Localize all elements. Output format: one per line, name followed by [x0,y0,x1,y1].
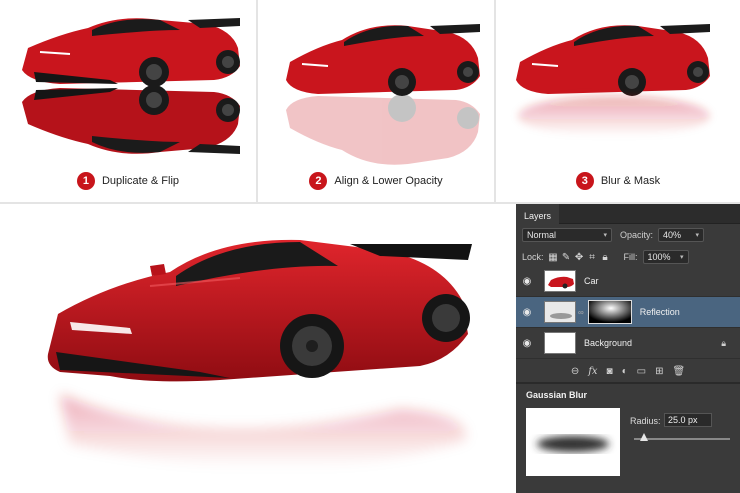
chevron-down-icon: ▾ [695,232,700,239]
car-thumbnail-image [548,276,574,289]
link-icon[interactable]: ⊖ [571,366,579,377]
visibility-eye-icon[interactable]: ◉ [516,338,538,349]
lock-row: Lock: ▦ ✎ ✥ ⌗ 🔒︎ Fill: 100% ▾ [516,250,740,264]
lock-label: Lock: [522,252,544,262]
step-2-number: 2 [309,172,328,190]
mask-gradient-image [588,301,631,323]
trash-icon[interactable]: 🗑︎ [672,366,685,377]
step-2-label: Align & Lower Opacity [334,175,443,187]
step-1-panel: 1 Duplicate & Flip [0,0,256,202]
step-2-caption: 2 Align & Lower Opacity [258,172,494,190]
step-1-caption: 1 Duplicate & Flip [0,172,256,190]
blur-preview [526,408,620,476]
car-image [516,24,710,96]
step-3-panel: 3 Blur & Mask [496,0,740,202]
lock-artboard-icon[interactable]: ⌗ [586,252,599,263]
radius-input[interactable]: 25.0 px [664,413,712,427]
radius-slider-knob[interactable] [639,433,648,441]
adjustment-icon[interactable]: ◐ [622,366,628,377]
result-canvas [0,204,515,493]
blend-mode-select[interactable]: Normal ▾ [522,228,612,242]
layer-name: Background [584,338,633,348]
radius-label: Radius: [630,416,661,426]
step-1-number: 1 [76,172,95,190]
fill-value: 100% [647,252,671,262]
chevron-down-icon: ▾ [680,254,684,261]
link-icon[interactable]: ∞ [578,308,584,317]
blend-row: Normal ▾ Opacity: 40% ▾ [516,228,740,242]
layer-thumbnail [544,270,576,292]
layer-row-background[interactable]: ◉ Background 🔒︎ [516,328,740,359]
align-opacity-illustration [286,24,480,165]
lock-all-icon[interactable]: 🔒︎ [599,252,612,263]
gaussian-blur-section: Gaussian Blur Radius: 25.0 px [516,382,740,493]
blur-preview-image [537,436,609,452]
blur-mask-illustration [516,24,710,136]
flipped-car-image [22,85,240,154]
reflection-thumbnail-image [550,313,572,319]
tab-layers[interactable]: Layers [516,204,560,224]
reflection-image [286,94,480,165]
blurred-reflection [518,96,710,136]
chevron-down-icon: ▾ [603,232,607,239]
duplicate-flip-illustration [22,18,240,154]
car-image [22,18,240,87]
lock-transparency-icon[interactable]: ▦ [547,252,560,263]
layer-row-car[interactable]: ◉ Car [516,266,740,297]
layer-thumbnail [544,332,576,354]
opacity-label: Opacity: [620,230,654,240]
mask-icon[interactable]: ◙ [607,366,613,377]
visibility-eye-icon[interactable]: ◉ [516,307,538,318]
layer-thumbnail [544,301,576,323]
layers-toolbar: ⊖ fx ◙ ◐ ▭ ⊞ 🗑︎ [516,362,740,380]
layers-panel: Layers Normal ▾ Opacity: 40% ▾ Lock: ▦ ✎… [516,204,740,493]
layer-mask-thumbnail[interactable] [587,300,632,324]
step-2-panel: 2 Align & Lower Opacity [258,0,494,202]
lock-paint-icon[interactable]: ✎ [560,252,573,263]
fx-icon[interactable]: fx [588,366,597,377]
final-car-image [47,239,472,469]
blend-mode-value: Normal [527,230,557,240]
fill-label: Fill: [623,252,638,262]
fill-input[interactable]: 100% ▾ [642,250,689,264]
opacity-value: 40% [663,230,682,240]
panel-tabbar: Layers [516,204,740,224]
step-3-label: Blur & Mask [600,175,661,187]
new-layer-icon[interactable]: ⊞ [655,366,663,377]
step-1-label: Duplicate & Flip [101,175,180,187]
step-3-number: 3 [575,172,594,190]
opacity-input[interactable]: 40% ▾ [658,228,705,242]
layer-name: Car [584,276,599,286]
visibility-eye-icon[interactable]: ◉ [516,276,538,287]
filter-title: Gaussian Blur [526,390,588,400]
radius-slider-track[interactable] [634,438,730,440]
step-3-caption: 3 Blur & Mask [496,172,740,190]
lock-icon: 🔒︎ [721,337,726,348]
layer-name: Reflection [639,307,680,317]
lock-position-icon[interactable]: ✥ [573,252,586,263]
layer-row-reflection[interactable]: ◉ ∞ Reflection [516,297,740,328]
folder-icon[interactable]: ▭ [637,366,646,377]
car-image [286,24,480,96]
